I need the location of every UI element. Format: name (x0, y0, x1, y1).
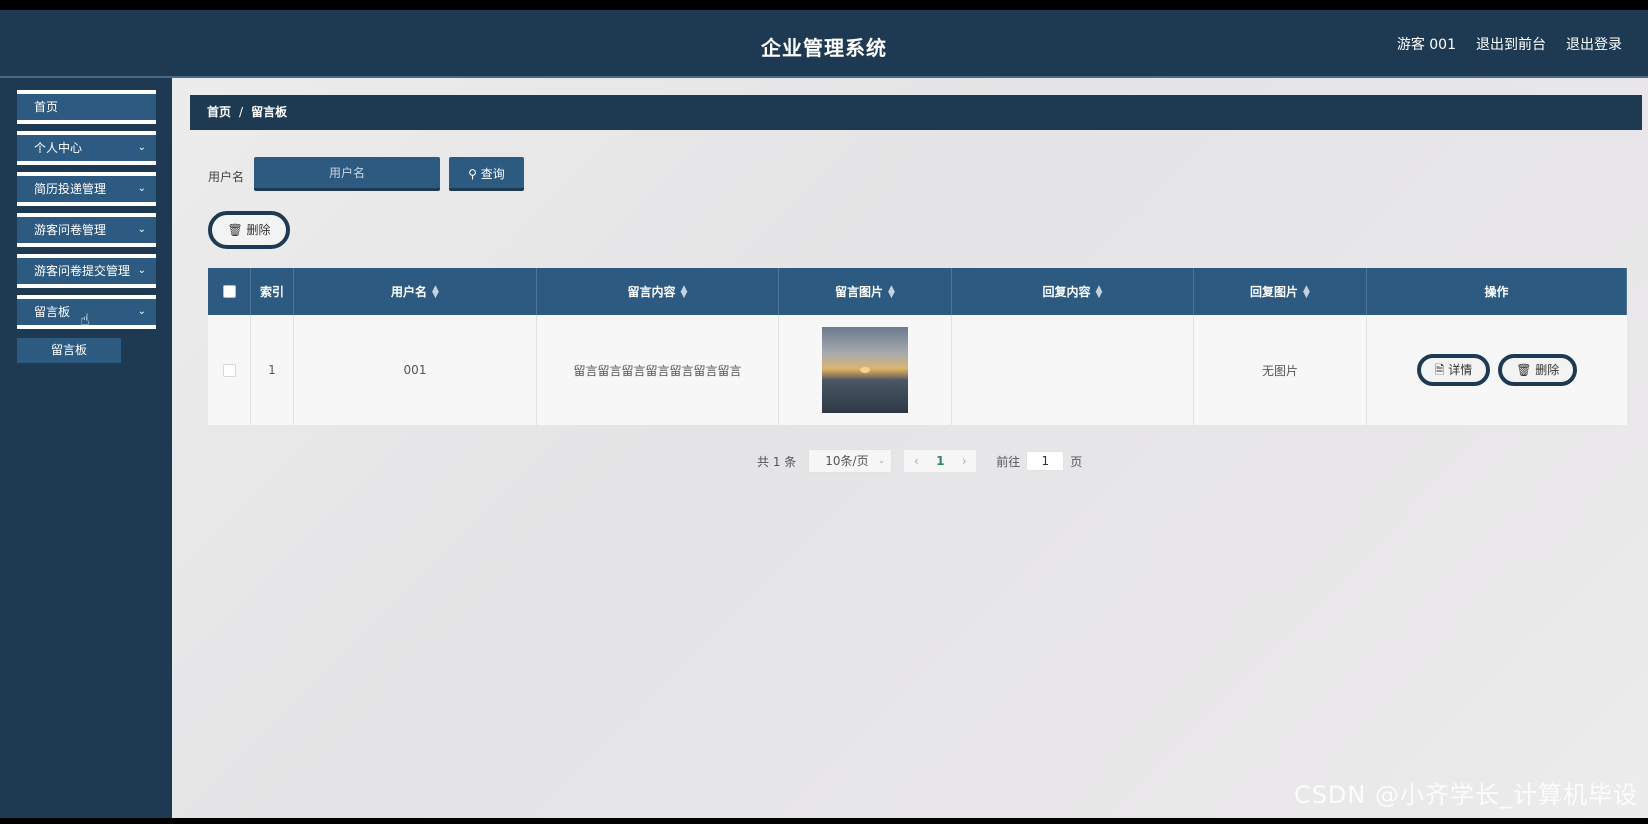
logout-link[interactable]: 退出登录 (1566, 34, 1622, 54)
row-image-cell (779, 315, 952, 425)
sort-icon[interactable]: ▲ ▼ (1303, 284, 1310, 299)
search-icon: ⚲ (468, 167, 477, 181)
page-suffix: 页 (1070, 454, 1083, 469)
header-actions: 游客 001 退出到前台 退出登录 (1397, 34, 1622, 54)
header-operations: 操作 (1367, 268, 1627, 315)
sidebar-item-resume-management[interactable]: 简历投递管理 ⌄ (17, 172, 156, 206)
sidebar-item-label: 游客问卷管理 (34, 223, 107, 237)
row-delete-button[interactable]: 🗑 删除 (1498, 354, 1578, 386)
row-index: 1 (251, 315, 294, 425)
detail-button-label: 详情 (1448, 363, 1473, 377)
pagination: 共 1 条 10条/页 ⌄ ‹ 1 › 前往 1 页 (757, 449, 1082, 473)
chevron-down-icon: ⌄ (137, 183, 146, 194)
sidebar-item-label: 游客问卷提交管理 (34, 264, 131, 278)
top-header: 企业管理系统 游客 001 退出到前台 退出登录 (0, 10, 1648, 78)
breadcrumb-separator: / (239, 105, 244, 119)
goto-label: 前往 (996, 454, 1021, 469)
chevron-down-icon: ⌄ (137, 265, 146, 276)
prev-page-icon[interactable]: ‹ (904, 454, 928, 468)
delete-button-label: 删除 (246, 223, 271, 237)
sort-icon[interactable]: ▲ ▼ (432, 284, 439, 299)
header-label: 索引 (259, 285, 284, 299)
search-button[interactable]: ⚲ 查询 (449, 157, 524, 191)
sidebar-item-label: 留言板 (34, 305, 71, 319)
sidebar-item-survey-submission[interactable]: 游客问卷提交管理 ⌄ (17, 254, 156, 288)
header-label: 留言内容 (627, 285, 676, 299)
chevron-down-icon: ⌄ (137, 306, 146, 317)
header-reply-content[interactable]: 回复内容 ▲ ▼ (952, 268, 1194, 315)
main-content: 首页 / 留言板 用户名 ⚲ 查询 🗑 删除 索引 用户名 ▲▼ 留言内容 ▲▼ 留言图… (172, 78, 1648, 818)
total-count: 共 1 条 (757, 454, 797, 469)
header-label: 回复图片 (1250, 285, 1299, 299)
document-icon: 🗎 (1434, 363, 1445, 377)
row-select[interactable] (208, 315, 251, 425)
header-reply-image[interactable]: 回复图片 ▲ ▼ (1194, 268, 1367, 315)
back-to-front-link[interactable]: 退出到前台 (1476, 34, 1546, 54)
search-button-label: 查询 (480, 167, 505, 181)
sidebar-item-label: 首页 (34, 100, 59, 114)
header-label: 回复内容 (1042, 285, 1091, 299)
goto-page-input[interactable]: 1 (1026, 451, 1065, 471)
sidebar-item-home[interactable]: 首页 (17, 90, 156, 124)
page-nav: ‹ 1 › (904, 450, 977, 472)
sidebar-item-survey-management[interactable]: 游客问卷管理 ⌄ (17, 213, 156, 247)
watermark: CSDN @小齐学长_计算机毕设 (1293, 781, 1638, 809)
breadcrumb-current: 留言板 (251, 105, 288, 119)
header-image[interactable]: 留言图片 ▲ ▼ (779, 268, 952, 315)
chevron-down-icon: ⌄ (877, 456, 886, 466)
detail-button[interactable]: 🗎 详情 (1416, 354, 1491, 386)
select-all-checkbox[interactable] (222, 285, 236, 298)
trash-icon: 🗑 (227, 223, 243, 237)
row-reply-image: 无图片 (1194, 315, 1367, 425)
row-checkbox[interactable] (222, 363, 236, 377)
current-page[interactable]: 1 (928, 454, 952, 468)
sidebar-item-label: 个人中心 (34, 141, 83, 155)
pointer-cursor-icon: ☝ (80, 310, 90, 329)
breadcrumb-home[interactable]: 首页 (207, 105, 231, 119)
header-select-all[interactable] (208, 268, 251, 315)
sort-icon[interactable]: ▲ ▼ (1096, 284, 1103, 299)
table-row: 1 001 留言留言留言留言留言留言留言 无图片 🗎 详情 🗑 删除 (208, 315, 1627, 425)
sidebar: 首页 个人中心 ⌄ 简历投递管理 ⌄ 游客问卷管理 ⌄ 游客问卷提交管理 ⌄ 留… (0, 78, 172, 818)
sort-icon[interactable]: ▲ ▼ (888, 284, 895, 299)
chevron-down-icon: ⌄ (137, 224, 146, 235)
header-username[interactable]: 用户名 ▲ ▼ (294, 268, 537, 315)
app-window: 企业管理系统 游客 001 退出到前台 退出登录 首页 个人中心 ⌄ 简历投递管… (0, 10, 1648, 818)
header-label: 用户名 (391, 285, 428, 299)
sort-icon[interactable]: ▲ ▼ (681, 284, 688, 299)
row-username: 001 (294, 315, 537, 425)
table-header: 索引 用户名 ▲ ▼ 留言内容 ▲ ▼ 留言图片 ▲ ▼ 回复内容 ▲ ▼ 回复图片 ▲ ▼ 操作 (208, 268, 1627, 315)
row-content: 留言留言留言留言留言留言留言 (537, 315, 779, 425)
row-operations: 🗎 详情 🗑 删除 (1367, 315, 1627, 425)
header-label: 留言图片 (835, 285, 884, 299)
header-content[interactable]: 留言内容 ▲ ▼ (537, 268, 779, 315)
next-page-icon[interactable]: › (952, 454, 976, 468)
page-size-select[interactable]: 10条/页 ⌄ (808, 449, 893, 473)
chevron-down-icon: ⌄ (137, 142, 146, 153)
breadcrumb: 首页 / 留言板 (190, 95, 1642, 130)
current-user[interactable]: 游客 001 (1397, 34, 1456, 54)
username-search-input[interactable] (254, 157, 440, 191)
message-image-thumbnail[interactable] (822, 327, 908, 413)
submenu-item-message-board[interactable]: 留言板 (17, 338, 121, 363)
sidebar-item-personal-center[interactable]: 个人中心 ⌄ (17, 131, 156, 165)
sidebar-item-label: 简历投递管理 (34, 182, 107, 196)
trash-icon: 🗑 (1516, 363, 1532, 377)
header-index: 索引 (251, 268, 294, 315)
row-delete-label: 删除 (1535, 363, 1560, 377)
row-reply-content (952, 315, 1194, 425)
batch-delete-button[interactable]: 🗑 删除 (208, 211, 290, 249)
search-label: 用户名 (208, 170, 245, 184)
message-table: 索引 用户名 ▲ ▼ 留言内容 ▲ ▼ 留言图片 ▲ ▼ 回复内容 ▲ ▼ 回复图片 ▲ ▼ 操作 … (208, 268, 1627, 425)
page-size-value: 10条/页 (825, 454, 869, 468)
header-label: 操作 (1484, 285, 1509, 299)
